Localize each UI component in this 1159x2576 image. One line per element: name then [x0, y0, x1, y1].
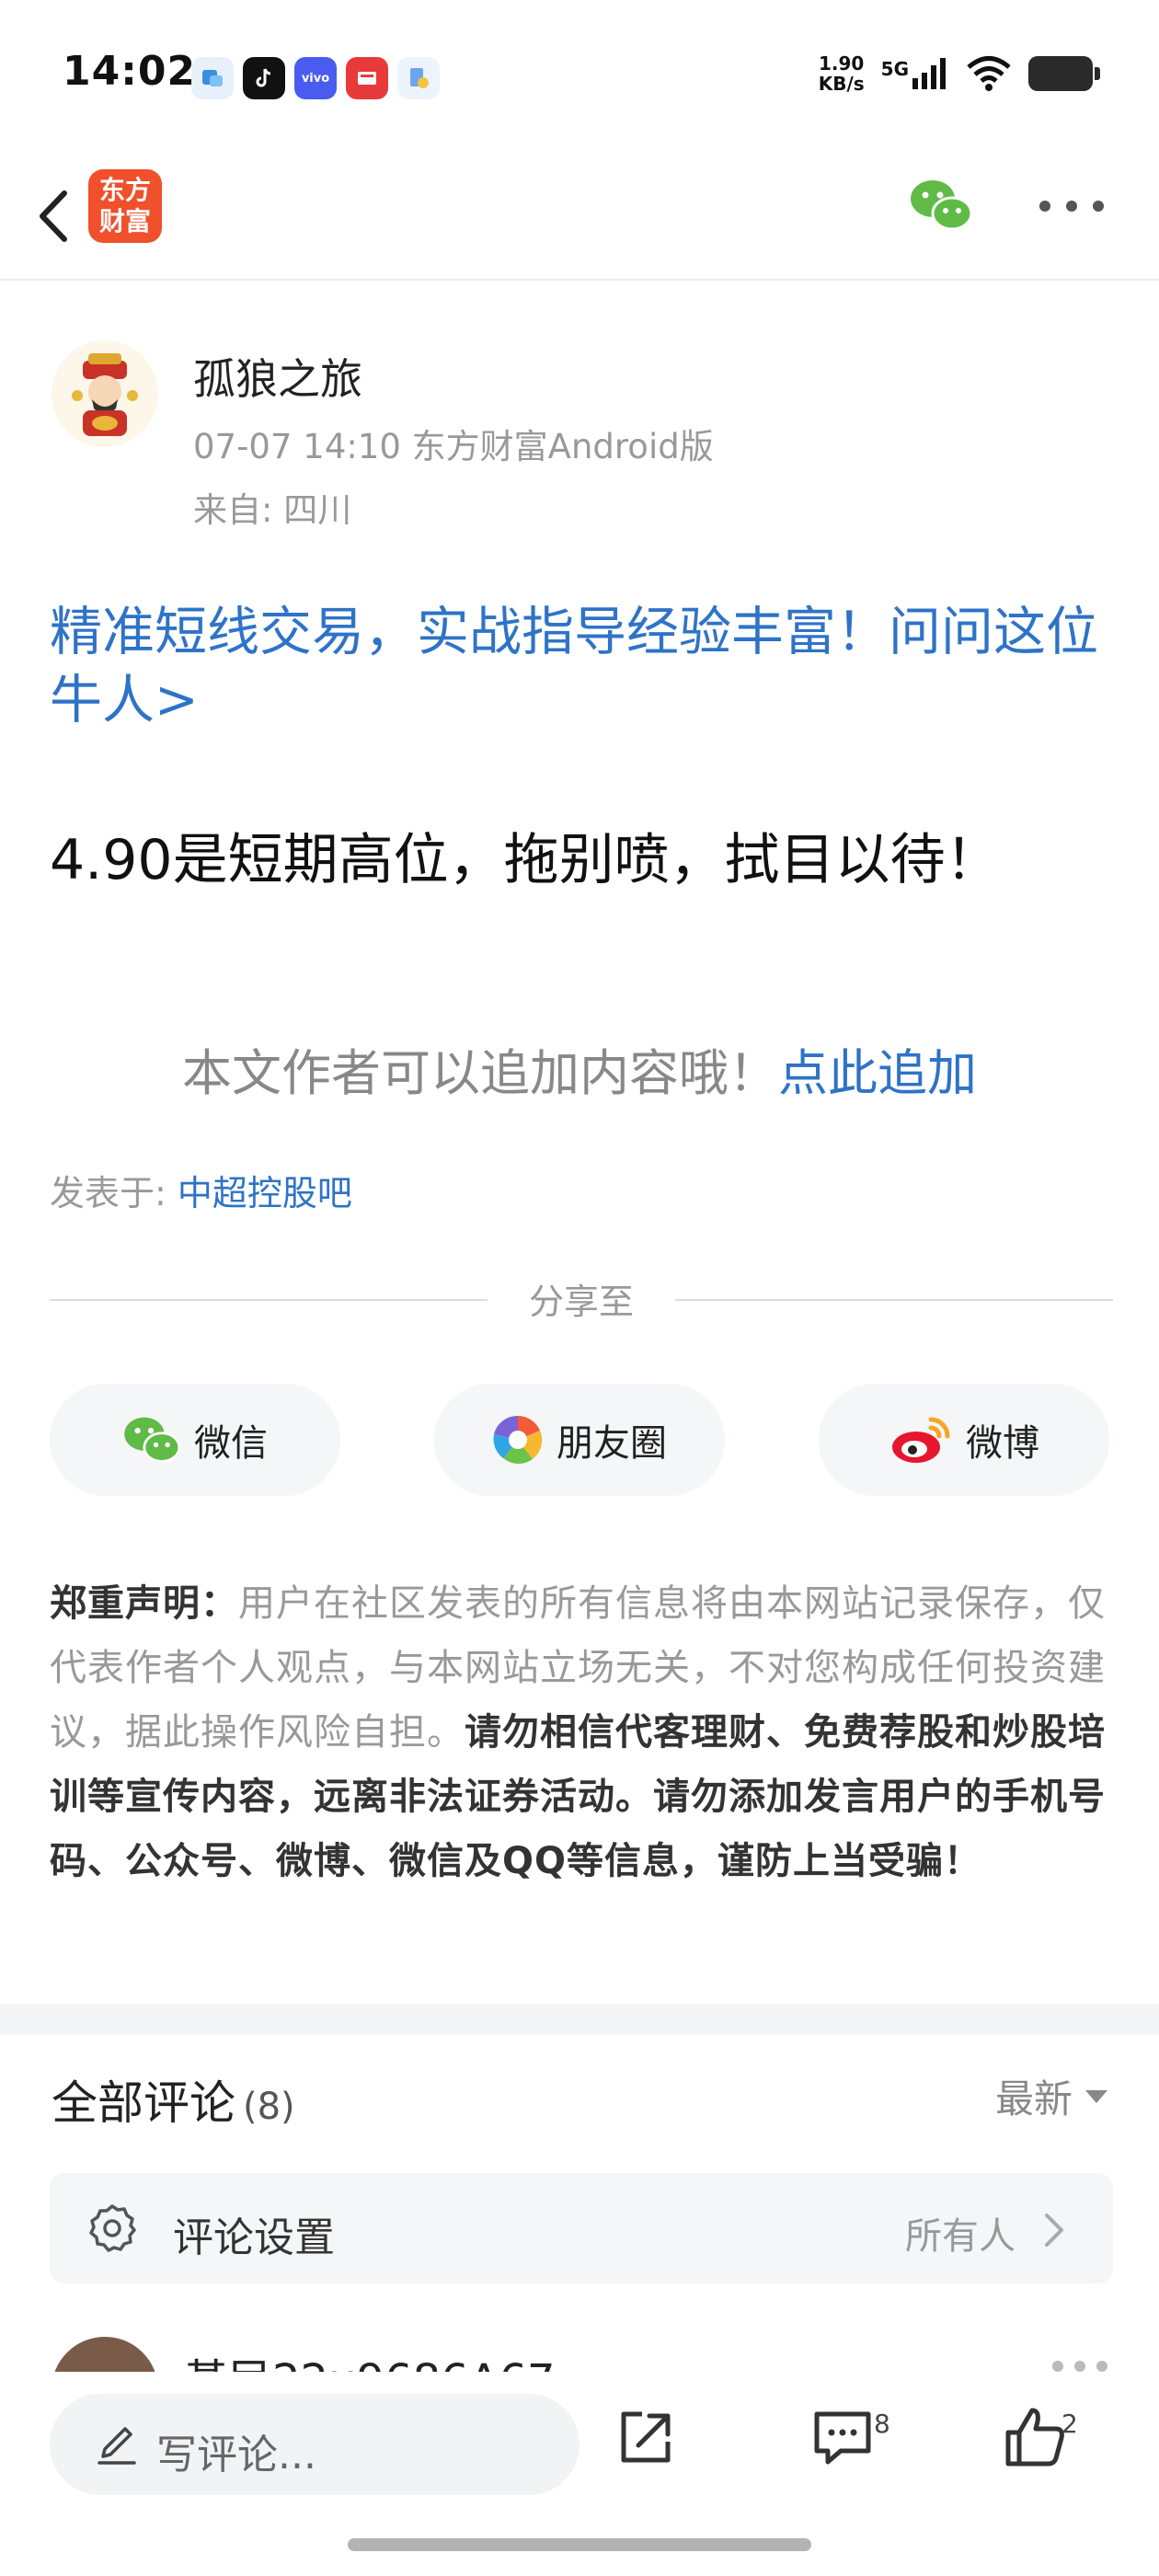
- sort-dropdown[interactable]: 最新: [995, 2068, 1107, 2124]
- moments-icon: [493, 1415, 543, 1465]
- gear-icon: [89, 2204, 136, 2252]
- vivo-app-icon: vivo: [294, 57, 337, 99]
- comment-more-icon[interactable]: [1052, 2361, 1107, 2372]
- divider-line-right: [675, 1299, 1113, 1301]
- network-speed-value: 1.90: [819, 52, 865, 75]
- share-icon[interactable]: [609, 2401, 683, 2475]
- comment-input-placeholder: 写评论...: [156, 2432, 316, 2478]
- share-weibo-button[interactable]: 微博: [819, 1384, 1109, 1496]
- share-divider: 分享至: [50, 1273, 1113, 1325]
- status-indicators: 1.90 KB/s 5G: [819, 53, 1100, 94]
- comments-header: 全部评论 (8): [52, 2066, 295, 2133]
- comment-icon[interactable]: [808, 2401, 881, 2475]
- disclaimer-title: 郑重声明：: [50, 1582, 238, 1625]
- wechat-icon: [124, 1417, 181, 1463]
- comment-count-badge: 8: [874, 2409, 890, 2439]
- posted-in: 发表于: 中超控股吧: [50, 1165, 352, 1215]
- status-bar: 14:02 vivo 1.90 KB/s 5G: [0, 0, 1159, 156]
- section-separator: [0, 2004, 1159, 2035]
- posted-in-label: 发表于:: [50, 1173, 178, 1213]
- network-speed: 1.90 KB/s: [819, 53, 865, 94]
- network-type: 5G: [880, 58, 909, 80]
- eastmoney-logo: 东方 财富: [88, 169, 162, 243]
- signal-icon: 5G: [881, 58, 949, 89]
- top-nav: 东方 财富: [0, 156, 1159, 281]
- pen-icon: [98, 2427, 136, 2465]
- comment-settings-value: 所有人: [905, 2215, 1016, 2258]
- comments-title: 全部评论: [52, 2076, 235, 2130]
- wifi-icon: [967, 56, 1011, 91]
- baidu-app-icon: [346, 57, 388, 99]
- battery-icon: [1028, 56, 1100, 91]
- disclaimer: 郑重声明：用户在社区发表的所有信息将由本网站记录保存，仅代表作者个人观点，与本网…: [50, 1571, 1113, 1893]
- share-wechat-button[interactable]: 微信: [50, 1384, 340, 1496]
- sort-label: 最新: [994, 2076, 1073, 2122]
- logo-text-bottom: 财富: [98, 206, 151, 236]
- append-link[interactable]: 点此追加: [778, 1044, 977, 1102]
- wechat-share-icon[interactable]: [909, 177, 973, 234]
- author-avatar[interactable]: [52, 340, 158, 447]
- comment-settings-row[interactable]: 评论设置 所有人: [50, 2173, 1113, 2283]
- network-speed-unit: KB/s: [818, 73, 865, 95]
- share-moments-button[interactable]: 朋友圈: [434, 1384, 725, 1496]
- append-text: 本文作者可以追加内容哦！: [182, 1044, 778, 1102]
- append-prompt: 本文作者可以追加内容哦！点此追加: [0, 1032, 1159, 1105]
- back-arrow-icon[interactable]: [24, 175, 88, 258]
- share-wechat-label: 微信: [194, 1422, 268, 1465]
- chevron-right-icon: [1045, 2214, 1063, 2247]
- author-name[interactable]: 孤狼之旅: [193, 346, 362, 407]
- notification-app-icon: [191, 57, 234, 99]
- comments-count: (8): [243, 2086, 295, 2128]
- post-body: 4.90是短期高位，拖别喷，拭目以待！: [50, 828, 1001, 892]
- status-time: 14:02: [63, 48, 197, 95]
- author-location: 来自: 四川: [193, 490, 352, 530]
- share-moments-label: 朋友圈: [557, 1422, 667, 1465]
- dropdown-triangle-icon: [1085, 2089, 1107, 2103]
- weibo-icon: [892, 1417, 950, 1463]
- forum-link[interactable]: 中超控股吧: [178, 1173, 352, 1213]
- status-app-icons: vivo: [191, 57, 440, 99]
- home-indicator[interactable]: [348, 2538, 811, 2551]
- promo-link[interactable]: 精准短线交易，实战指导经验丰富！问问这位牛人>: [50, 598, 1117, 734]
- comment-input[interactable]: 写评论...: [50, 2394, 580, 2495]
- more-options-icon[interactable]: [1039, 190, 1104, 223]
- post-meta: 07-07 14:10 东方财富Android版: [193, 427, 714, 466]
- comment-settings-label: 评论设置: [173, 2214, 335, 2261]
- like-count-badge: 2: [1061, 2409, 1078, 2439]
- files-app-icon: [397, 57, 440, 99]
- tiktok-app-icon: [243, 57, 285, 99]
- share-weibo-label: 微博: [966, 1422, 1039, 1465]
- logo-text-top: 东方: [98, 175, 151, 205]
